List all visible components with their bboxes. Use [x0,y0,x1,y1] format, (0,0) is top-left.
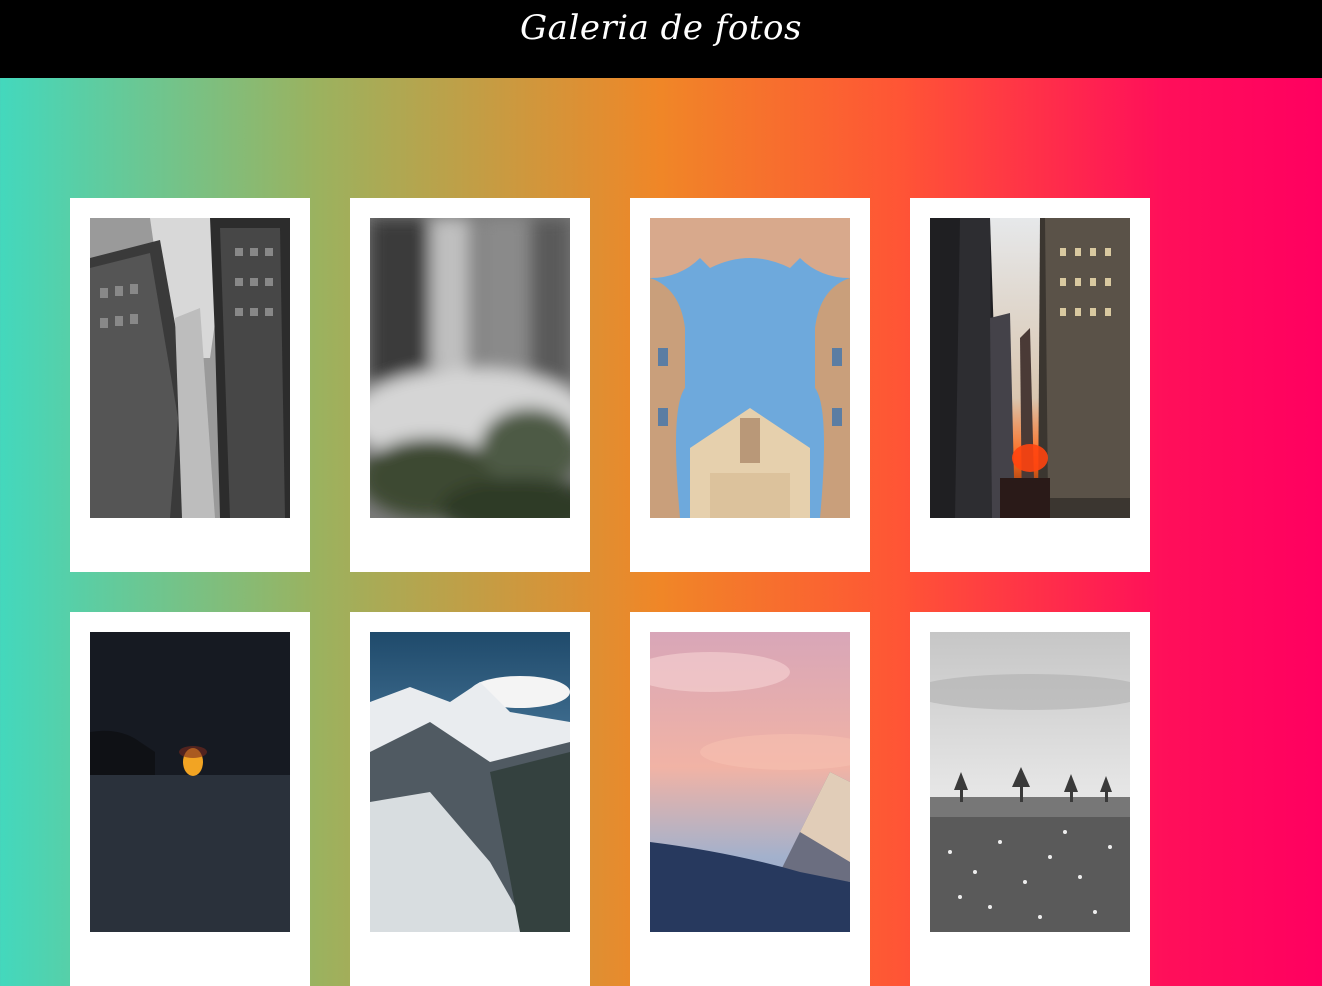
photo-card-7[interactable] [630,612,870,986]
photo-baroque-building[interactable] [650,218,850,518]
page-header: Galeria de fotos [0,0,1322,78]
photo-blurred-scene[interactable] [370,218,570,518]
photo-grayscale-meadow[interactable] [930,632,1130,932]
photo-card-2[interactable] [350,198,590,572]
photo-card-8[interactable] [910,612,1150,986]
photo-card-1[interactable] [70,198,310,572]
photo-grayscale-skyscrapers[interactable] [90,218,290,518]
photo-snowy-mountains[interactable] [370,632,570,932]
photo-card-4[interactable] [910,198,1150,572]
page-title: Galeria de fotos [520,8,802,48]
photo-card-5[interactable] [70,612,310,986]
photo-moon-over-sea[interactable] [90,632,290,932]
photo-card-3[interactable] [630,198,870,572]
photo-city-sunset[interactable] [930,218,1130,518]
photo-card-6[interactable] [350,612,590,986]
photo-pink-sky-peak[interactable] [650,632,850,932]
